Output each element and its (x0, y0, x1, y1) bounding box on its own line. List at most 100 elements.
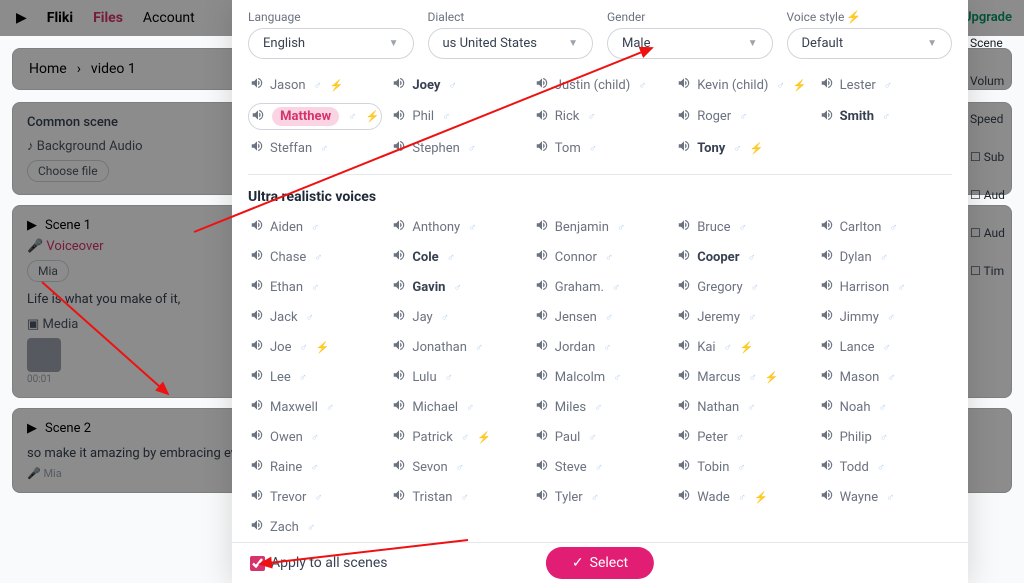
speaker-icon[interactable] (820, 488, 834, 506)
speaker-icon[interactable] (677, 368, 691, 386)
speaker-icon[interactable] (392, 488, 406, 506)
voice-item[interactable]: Malcolm♂ (533, 365, 667, 389)
voice-item[interactable]: Wayne♂ (818, 485, 952, 509)
speaker-icon[interactable] (535, 248, 549, 266)
voice-item[interactable]: Phil♂ (390, 103, 524, 130)
voice-item[interactable]: Chase♂ (248, 245, 382, 269)
language-select[interactable]: English▼ (248, 28, 414, 59)
speaker-icon[interactable] (677, 338, 691, 356)
voice-item[interactable]: Tony♂⚡ (675, 136, 809, 160)
speaker-icon[interactable] (535, 218, 549, 236)
speaker-icon[interactable] (820, 76, 834, 94)
voice-item[interactable]: Maxwell♂ (248, 395, 382, 419)
voice-item[interactable]: Ethan♂ (248, 275, 382, 299)
voice-item[interactable]: Jeremy♂ (675, 305, 809, 329)
speaker-icon[interactable] (677, 308, 691, 326)
speaker-icon[interactable] (535, 308, 549, 326)
speaker-icon[interactable] (250, 518, 264, 536)
speaker-icon[interactable] (250, 488, 264, 506)
voice-item[interactable]: Gavin♂ (390, 275, 524, 299)
nav-account[interactable]: Account (143, 10, 195, 26)
voice-item[interactable]: Aiden♂ (248, 215, 382, 239)
speaker-icon[interactable] (677, 248, 691, 266)
speaker-icon[interactable] (250, 278, 264, 296)
speaker-icon[interactable] (250, 76, 264, 94)
speaker-icon[interactable] (820, 458, 834, 476)
dialect-select[interactable]: us United States▼ (428, 28, 594, 59)
apply-all-checkbox[interactable]: Apply to all scenes (250, 555, 388, 571)
speaker-icon[interactable] (250, 139, 264, 157)
gender-select[interactable]: Male▼ (607, 28, 773, 59)
voice-chip[interactable]: Mia (27, 260, 69, 282)
voice-item[interactable]: Stephen♂ (390, 136, 524, 160)
voice-item[interactable]: Matthew♂⚡ (248, 103, 382, 130)
voice-item[interactable]: Jack♂ (248, 305, 382, 329)
speaker-icon[interactable] (392, 139, 406, 157)
speaker-icon[interactable] (535, 278, 549, 296)
speaker-icon[interactable] (535, 338, 549, 356)
voice-item[interactable]: Cooper♂ (675, 245, 809, 269)
select-button[interactable]: ✓ Select (546, 547, 654, 579)
speaker-icon[interactable] (677, 108, 691, 126)
voice-item[interactable]: Rick♂ (533, 103, 667, 130)
speaker-icon[interactable] (820, 338, 834, 356)
speaker-icon[interactable] (535, 458, 549, 476)
voice-item[interactable]: Philip♂ (818, 425, 952, 449)
speaker-icon[interactable] (250, 338, 264, 356)
voice-item[interactable]: Jensen♂ (533, 305, 667, 329)
voice-item[interactable]: Gregory♂ (675, 275, 809, 299)
voice-item[interactable]: Justin (child)♂ (533, 73, 667, 97)
voice-item[interactable]: Tyler♂ (533, 485, 667, 509)
speaker-icon[interactable] (392, 398, 406, 416)
crumb-home[interactable]: Home (29, 61, 67, 77)
speaker-icon[interactable] (677, 278, 691, 296)
speaker-icon[interactable] (250, 428, 264, 446)
voice-item[interactable]: Lulu♂ (390, 365, 524, 389)
voice-item[interactable]: Nathan♂ (675, 395, 809, 419)
voice-item[interactable]: Harrison♂ (818, 275, 952, 299)
media-thumb[interactable] (27, 338, 61, 372)
voice-item[interactable]: Peter♂ (675, 425, 809, 449)
voice-item[interactable]: Jimmy♂ (818, 305, 952, 329)
voice-item[interactable]: Patrick♂⚡ (390, 425, 524, 449)
speaker-icon[interactable] (535, 139, 549, 157)
speaker-icon[interactable] (535, 108, 549, 126)
voice-item[interactable]: Steve♂ (533, 455, 667, 479)
voice-item[interactable]: Graham.♂ (533, 275, 667, 299)
speaker-icon[interactable] (392, 458, 406, 476)
speaker-icon[interactable] (251, 108, 265, 126)
voice-item[interactable]: Jay♂ (390, 305, 524, 329)
voice-item[interactable]: Smith♂ (818, 103, 952, 130)
speaker-icon[interactable] (250, 218, 264, 236)
voice-item[interactable]: Owen♂ (248, 425, 382, 449)
speaker-icon[interactable] (820, 108, 834, 126)
voice-item[interactable]: Tom♂ (533, 136, 667, 160)
speaker-icon[interactable] (820, 278, 834, 296)
voice-item[interactable]: Dylan♂ (818, 245, 952, 269)
voice-item[interactable]: Lester♂ (818, 73, 952, 97)
speaker-icon[interactable] (392, 368, 406, 386)
speaker-icon[interactable] (677, 488, 691, 506)
speaker-icon[interactable] (820, 218, 834, 236)
voice-item[interactable]: Joey♂ (390, 73, 524, 97)
speaker-icon[interactable] (392, 308, 406, 326)
speaker-icon[interactable] (820, 428, 834, 446)
speaker-icon[interactable] (392, 248, 406, 266)
speaker-icon[interactable] (250, 398, 264, 416)
voice-item[interactable]: Paul♂ (533, 425, 667, 449)
speaker-icon[interactable] (392, 428, 406, 446)
speaker-icon[interactable] (677, 218, 691, 236)
voice-item[interactable]: Anthony♂ (390, 215, 524, 239)
voice-item[interactable]: Lee♂ (248, 365, 382, 389)
play-icon[interactable]: ▶ (27, 421, 37, 436)
speaker-icon[interactable] (535, 76, 549, 94)
apply-all-input[interactable] (250, 556, 265, 571)
speaker-icon[interactable] (677, 139, 691, 157)
voice-item[interactable]: Zach♂ (248, 515, 382, 539)
speaker-icon[interactable] (392, 278, 406, 296)
nav-files[interactable]: Files (93, 10, 123, 26)
voice-item[interactable]: Kai♂⚡ (675, 335, 809, 359)
voice-item[interactable]: Lance♂ (818, 335, 952, 359)
choose-file-button[interactable]: Choose file (27, 160, 109, 182)
speaker-icon[interactable] (250, 308, 264, 326)
